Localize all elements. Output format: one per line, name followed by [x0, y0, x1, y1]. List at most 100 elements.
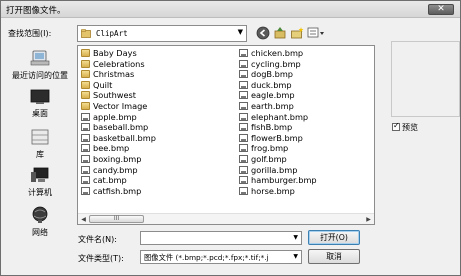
list-item[interactable]: hamburger.bmp — [239, 175, 317, 186]
place-computer[interactable]: 计算机 — [7, 166, 73, 198]
bitmap-file-icon — [81, 165, 90, 174]
filename-label: 文件名(N): — [78, 235, 117, 244]
close-button[interactable]: ✕ — [428, 4, 454, 15]
folder-icon — [81, 101, 90, 110]
checkbox-checked-icon[interactable] — [392, 121, 400, 131]
filename-input[interactable]: ▼ — [140, 231, 302, 245]
filetype-select[interactable]: 图像文件 (*.bmp;*.pcd;*.fpx;*.tif;*.j ▼ — [140, 250, 302, 264]
bitmap-file-icon — [239, 112, 248, 121]
open-button[interactable]: 打开(O) — [308, 230, 360, 245]
bitmap-file-icon — [239, 176, 248, 185]
bitmap-file-icon — [81, 154, 90, 163]
new-folder-icon[interactable] — [290, 26, 304, 40]
file-list[interactable]: Baby Days Celebrations Christmas Quilt S… — [77, 45, 375, 225]
bitmap-file-icon — [81, 123, 90, 132]
recent-places-icon — [30, 50, 50, 66]
list-item[interactable]: cycling.bmp — [239, 59, 317, 70]
cancel-button[interactable]: 取消 — [308, 249, 360, 264]
file-column-1: Baby Days Celebrations Christmas Quilt S… — [81, 48, 156, 196]
look-in-value: ClipArt — [96, 29, 128, 38]
bitmap-file-icon — [239, 144, 248, 153]
list-item[interactable]: frog.bmp — [239, 143, 317, 154]
file-column-2: chicken.bmp cycling.bmp dogB.bmp duck.bm… — [239, 48, 317, 196]
list-item[interactable]: apple.bmp — [81, 112, 156, 123]
list-item[interactable]: Baby Days — [81, 48, 156, 59]
list-item[interactable]: earth.bmp — [239, 101, 317, 112]
place-label: 库 — [36, 150, 44, 159]
libraries-icon — [31, 129, 49, 145]
list-item[interactable]: Vector Image — [81, 101, 156, 112]
list-item[interactable]: gorilla.bmp — [239, 165, 317, 176]
look-in-label: 查找范围(I): — [8, 29, 52, 38]
bitmap-file-icon — [239, 70, 248, 79]
bitmap-file-icon — [81, 144, 90, 153]
folder-icon — [81, 80, 90, 89]
bitmap-file-icon — [81, 176, 90, 185]
bitmap-file-icon — [239, 49, 248, 57]
title-bar: 打开图像文件。 ✕ — [1, 1, 460, 18]
place-recent[interactable]: 最近访问的位置 — [7, 49, 73, 81]
list-item[interactable]: duck.bmp — [239, 80, 317, 91]
list-item[interactable]: flowerB.bmp — [239, 133, 317, 144]
list-item[interactable]: Celebrations — [81, 59, 156, 70]
list-item[interactable]: fishB.bmp — [239, 122, 317, 133]
list-item[interactable]: boxing.bmp — [81, 154, 156, 165]
view-menu-icon[interactable] — [307, 26, 325, 40]
list-item[interactable]: Quilt — [81, 80, 156, 91]
scroll-left-icon[interactable]: ◀ — [79, 215, 88, 224]
horizontal-scrollbar[interactable]: ◀ III ▶ — [78, 213, 374, 224]
folder-icon — [81, 59, 90, 68]
bitmap-file-icon — [239, 186, 248, 195]
list-item[interactable]: basketball.bmp — [81, 133, 156, 144]
list-item[interactable]: catfish.bmp — [81, 186, 156, 197]
bitmap-file-icon — [81, 133, 90, 142]
list-item[interactable]: chicken.bmp — [239, 48, 317, 59]
list-item[interactable]: dogB.bmp — [239, 69, 317, 80]
list-item[interactable]: elephant.bmp — [239, 112, 317, 123]
list-item[interactable]: Southwest — [81, 90, 156, 101]
place-label: 计算机 — [28, 188, 52, 197]
dialog-title: 打开图像文件。 — [6, 6, 66, 16]
network-icon — [32, 206, 48, 223]
bitmap-file-icon — [239, 133, 248, 142]
list-item[interactable]: eagle.bmp — [239, 90, 317, 101]
desktop-icon — [30, 89, 50, 104]
open-image-dialog: 打开图像文件。 ✕ 查找范围(I): ClipArt ▼ 最近访问的位置 桌面 … — [0, 0, 461, 276]
up-folder-icon[interactable] — [273, 26, 287, 40]
chevron-down-icon[interactable]: ▼ — [293, 253, 298, 260]
back-icon[interactable] — [256, 26, 270, 40]
bitmap-file-icon — [239, 80, 248, 89]
bitmap-file-icon — [81, 186, 90, 195]
bitmap-file-icon — [239, 91, 248, 100]
chevron-down-icon[interactable]: ▼ — [293, 234, 298, 241]
filetype-value: 图像文件 (*.bmp;*.pcd;*.fpx;*.tif;*.j — [144, 253, 269, 262]
list-item[interactable]: cat.bmp — [81, 175, 156, 186]
chevron-down-icon: ▼ — [237, 28, 243, 36]
place-network[interactable]: 网络 — [7, 206, 73, 238]
folder-icon — [81, 70, 90, 79]
scroll-right-icon[interactable]: ▶ — [364, 215, 373, 224]
list-item[interactable]: candy.bmp — [81, 165, 156, 176]
place-label: 桌面 — [32, 109, 48, 118]
place-desktop[interactable]: 桌面 — [7, 89, 73, 119]
look-in-dropdown[interactable]: ClipArt ▼ — [77, 25, 247, 42]
list-item[interactable]: Christmas — [81, 69, 156, 80]
computer-icon — [31, 167, 49, 182]
list-item[interactable]: baseball.bmp — [81, 122, 156, 133]
preview-pane — [391, 41, 460, 117]
list-item[interactable]: bee.bmp — [81, 143, 156, 154]
place-label: 最近访问的位置 — [12, 71, 68, 80]
bitmap-file-icon — [239, 101, 248, 110]
folder-icon — [81, 29, 91, 38]
place-label: 网络 — [32, 228, 48, 237]
list-item[interactable]: horse.bmp — [239, 186, 317, 197]
folder-icon — [81, 49, 90, 57]
scrollbar-thumb[interactable]: III — [89, 215, 144, 223]
folder-icon — [81, 91, 90, 100]
bitmap-file-icon — [239, 123, 248, 132]
preview-checkbox[interactable]: 预览 — [392, 121, 418, 133]
place-libraries[interactable]: 库 — [7, 128, 73, 160]
list-item[interactable]: golf.bmp — [239, 154, 317, 165]
bitmap-file-icon — [81, 112, 90, 121]
bitmap-file-icon — [239, 154, 248, 163]
